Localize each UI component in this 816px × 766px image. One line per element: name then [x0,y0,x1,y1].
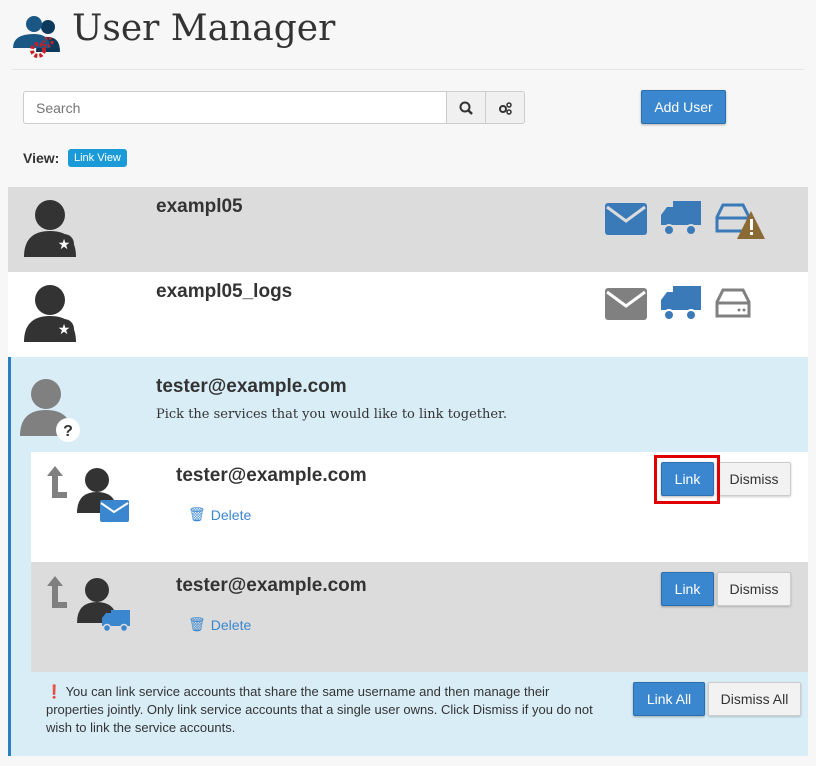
trash-icon: 🗑 [188,616,206,632]
svg-text:★: ★ [58,321,71,337]
trash-icon: 🗑 [188,506,206,522]
user-star-icon: ★ [24,200,76,257]
truck-icon[interactable] [659,201,701,237]
dismiss-button[interactable]: Dismiss [717,572,791,606]
account-name: tester@example.com [176,575,367,596]
exclamation-icon: ❗ [46,684,63,699]
search-icon [459,101,473,115]
users-gear-icon [13,16,60,58]
gears-icon [499,101,512,115]
add-user-button[interactable]: Add User [641,90,726,124]
link-info-note: ❗ You can link service accounts that sha… [46,683,606,737]
delete-link[interactable]: 🗑 Delete [188,506,251,523]
search-input[interactable] [23,91,447,124]
delete-label: Delete [210,506,252,523]
svg-text:?: ? [63,423,73,440]
svg-text:★: ★ [58,236,71,252]
delete-label: Delete [210,616,252,633]
storage-icon[interactable] [713,288,753,320]
service-account-row: tester@example.com 🗑 Delete Link Dismiss [31,562,808,672]
link-arrow-user-truck-icon [47,576,130,633]
divider [12,69,804,70]
account-name: tester@example.com [176,465,367,486]
advanced-search-button[interactable] [485,91,525,124]
user-name[interactable]: exampl05_logs [156,281,292,303]
dismiss-all-button[interactable]: Dismiss All [708,682,801,716]
link-arrow-user-mail-icon [47,466,129,522]
dismiss-button[interactable]: Dismiss [717,462,791,496]
view-badge[interactable]: Link View [68,149,127,167]
link-instruction: Pick the services that you would like to… [156,407,507,422]
mail-icon[interactable] [605,203,647,235]
link-all-button[interactable]: Link All [633,682,705,716]
user-row[interactable]: ★ exampl05_logs [8,272,808,357]
view-label: View: [23,150,60,166]
user-unknown-icon: ? [20,379,80,442]
delete-link[interactable]: 🗑 Delete [188,616,251,633]
highlight-box [654,455,720,504]
mail-icon[interactable] [605,288,647,320]
link-panel-name: tester@example.com [156,376,347,397]
user-name[interactable]: exampl05 [156,196,243,218]
search-button[interactable] [446,91,486,124]
user-star-icon: ★ [24,285,76,342]
link-button[interactable]: Link [661,572,714,606]
page-title: User Manager [72,8,336,49]
user-row[interactable]: ★ exampl05 [8,187,808,272]
truck-icon[interactable] [659,286,701,322]
note-text: You can link service accounts that share… [46,684,593,735]
storage-warning-icon[interactable] [713,203,767,241]
